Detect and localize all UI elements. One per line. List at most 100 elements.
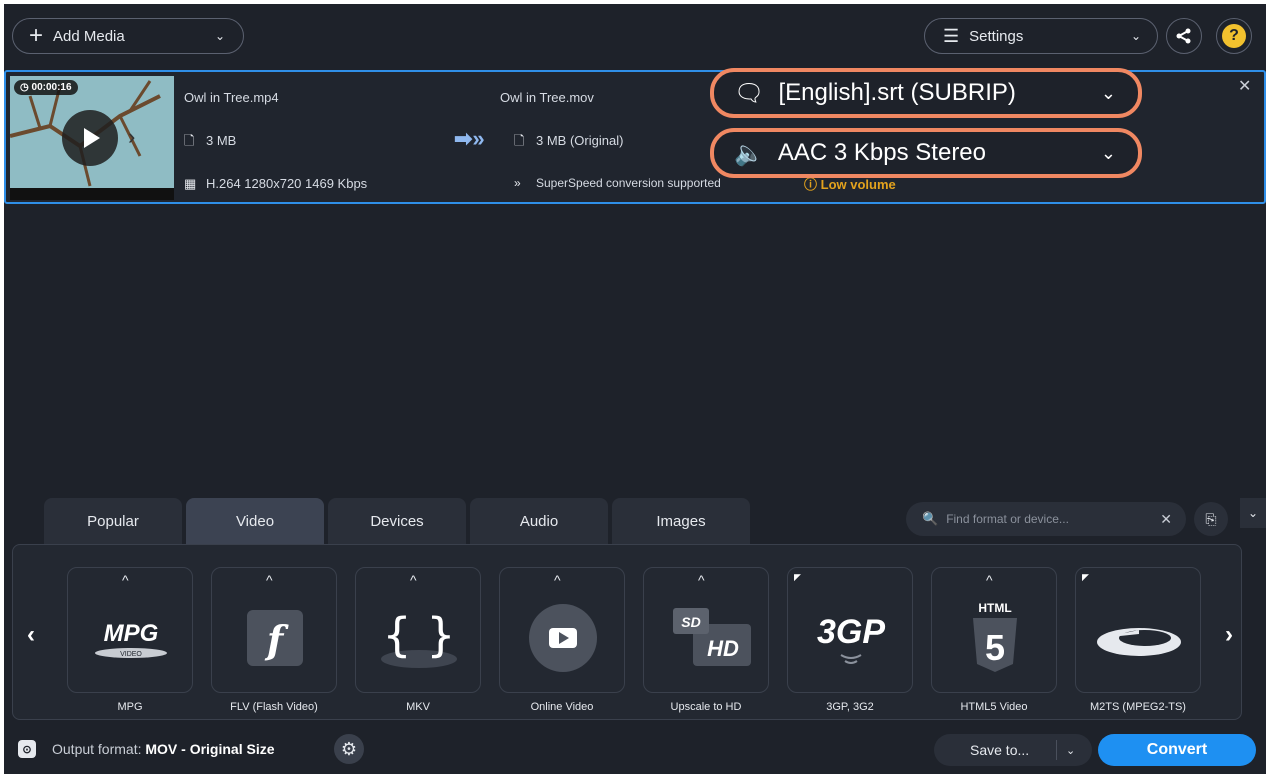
app-window: + Add Media ⌄ ☰ Settings ⌄ ? ◷ 00:00:16 [4,4,1266,774]
sd-hd-icon: HD SD [644,588,770,688]
format-card-online-video[interactable]: ^ [499,567,625,693]
chevron-right-icon: › [128,124,136,149]
divider [1056,740,1057,760]
duration-badge: ◷ 00:00:16 [14,80,78,95]
audio-track-label: AAC 3 Kbps Stereo [777,139,987,166]
tab-audio[interactable]: Audio [470,498,608,544]
expand-caret-icon: ^ [266,572,273,588]
corner-marker-icon: ◤ [794,572,801,582]
output-filename[interactable]: Owl in Tree.mov [500,90,594,105]
add-media-button[interactable]: + Add Media ⌄ [12,18,244,54]
superspeed-note: » SuperSpeed conversion supported [514,176,721,190]
tab-images[interactable]: Images [612,498,750,544]
format-label: M2TS (MPEG2-TS) [1090,701,1186,713]
file-icon: 🗋 [184,133,195,148]
format-card-3gp[interactable]: ◤ 3GP [787,567,913,693]
subtitle-dropdown[interactable]: 🗨 [English].srt (SUBRIP) ⌄ [710,68,1142,118]
expand-caret-icon: ^ [122,572,129,588]
search-placeholder: Find format or device... [946,512,1069,526]
convert-arrow-icon: ➡» [454,126,485,151]
search-icon: 🔍 [922,511,939,526]
output-format-value: MOV - Original Size [145,741,275,757]
next-arrow-icon[interactable]: › [1225,621,1233,649]
collapse-panel-button[interactable]: ⌄ [1240,498,1266,528]
svg-text:HD: HD [707,636,739,661]
plus-icon: + [29,22,44,49]
online-video-icon [500,588,626,688]
gear-icon[interactable]: ⚙ [334,734,364,764]
audio-track-dropdown[interactable]: 🔈 AAC 3 Kbps Stereo ⌄ [710,128,1142,178]
save-to-label: Save to... [970,742,1030,758]
output-format-icon[interactable]: ⊙ [18,740,36,758]
format-card-mpg[interactable]: ^ MPG VIDEO [67,567,193,693]
format-tabs: Popular Video Devices Audio Images [44,498,754,544]
tab-video[interactable]: Video [186,498,324,544]
svg-text:SD: SD [681,614,700,630]
3gp-icon: 3GP [788,588,914,688]
chevron-down-icon: ⌄ [1247,506,1259,520]
format-card-upscale-hd[interactable]: ^ HD SD [643,567,769,693]
file-icon: 🗋 [514,133,525,148]
play-button[interactable] [62,110,118,166]
source-codec: ▦ H.264 1280x720 1469 Kbps [184,176,367,192]
flash-icon: f [212,588,338,688]
format-card-flv[interactable]: ^ f [211,567,337,693]
question-icon: ? [1222,24,1246,48]
detect-format-button[interactable]: ⎘ [1194,502,1228,536]
svg-text:{ }: { } [382,608,455,662]
subtitle-track-label: [English].srt (SUBRIP) [778,79,1016,106]
play-icon [84,128,100,148]
remove-file-button[interactable]: ✕ [1238,76,1251,96]
source-size-text: 3 MB [206,133,237,148]
format-search-input[interactable]: 🔍 Find format or device... ✕ [906,502,1186,536]
format-card-mkv[interactable]: ^ { } [355,567,481,693]
source-codec-text: H.264 1280x720 1469 Kbps [206,176,368,191]
output-size: 🗋 3 MB (Original) [514,132,623,154]
chevron-down-icon: ⌄ [1100,142,1116,163]
previous-arrow-icon[interactable]: ‹ [27,621,35,649]
speaker-icon: 🔈 [734,139,764,167]
film-icon: ▦ [184,176,197,191]
share-button[interactable] [1166,18,1202,54]
detect-icon: ⎘ [1205,510,1217,527]
mpg-icon: MPG VIDEO [68,588,194,688]
svg-text:3GP: 3GP [817,613,885,651]
tab-devices[interactable]: Devices [328,498,466,544]
format-card-m2ts[interactable]: ◤ [1075,567,1201,693]
svg-text:VIDEO: VIDEO [120,651,142,658]
source-size: 🗋 3 MB [184,132,236,154]
format-label: MPG [117,701,143,713]
tab-popular[interactable]: Popular [44,498,182,544]
clear-icon[interactable]: ✕ [1160,511,1172,528]
format-label: Online Video [530,701,594,713]
svg-text:HTML: HTML [978,601,1011,615]
superspeed-icon: » [514,176,521,190]
output-format-label: Output format: [52,741,142,757]
format-label: 3GP, 3G2 [826,701,874,713]
add-media-label: Add Media [53,27,125,45]
save-to-button[interactable]: Save to... ⌄ [934,734,1092,766]
video-thumbnail[interactable]: ◷ 00:00:16 › [10,76,174,200]
settings-label: Settings [969,27,1024,45]
source-filename: Owl in Tree.mp4 [184,90,279,105]
format-gallery: ‹ › ^ MPG VIDEO MPG ^ f FLV (Flash Video)… [12,544,1242,720]
svg-text:5: 5 [985,627,1005,668]
settings-button[interactable]: ☰ Settings ⌄ [924,18,1158,54]
help-button[interactable]: ? [1216,18,1252,54]
svg-text:MPG: MPG [104,620,159,647]
duration-text: 00:00:16 [31,82,72,93]
share-icon [1176,28,1191,44]
html5-icon: HTML 5 [932,588,1058,688]
speech-bubble-icon: 🗨 [734,79,765,107]
superspeed-text: SuperSpeed conversion supported [536,176,721,190]
output-format: Output format: MOV - Original Size [52,741,275,757]
convert-button[interactable]: Convert [1098,734,1256,766]
format-label: HTML5 Video [960,701,1028,713]
expand-caret-icon: ^ [554,572,561,588]
chevron-down-icon: ⌄ [1100,82,1116,103]
format-label: Upscale to HD [670,701,742,713]
chevron-down-icon[interactable]: ⌄ [1066,744,1075,757]
format-card-html5[interactable]: ^ HTML 5 [931,567,1057,693]
low-volume-text: Low volume [820,177,896,192]
expand-caret-icon: ^ [986,572,993,588]
